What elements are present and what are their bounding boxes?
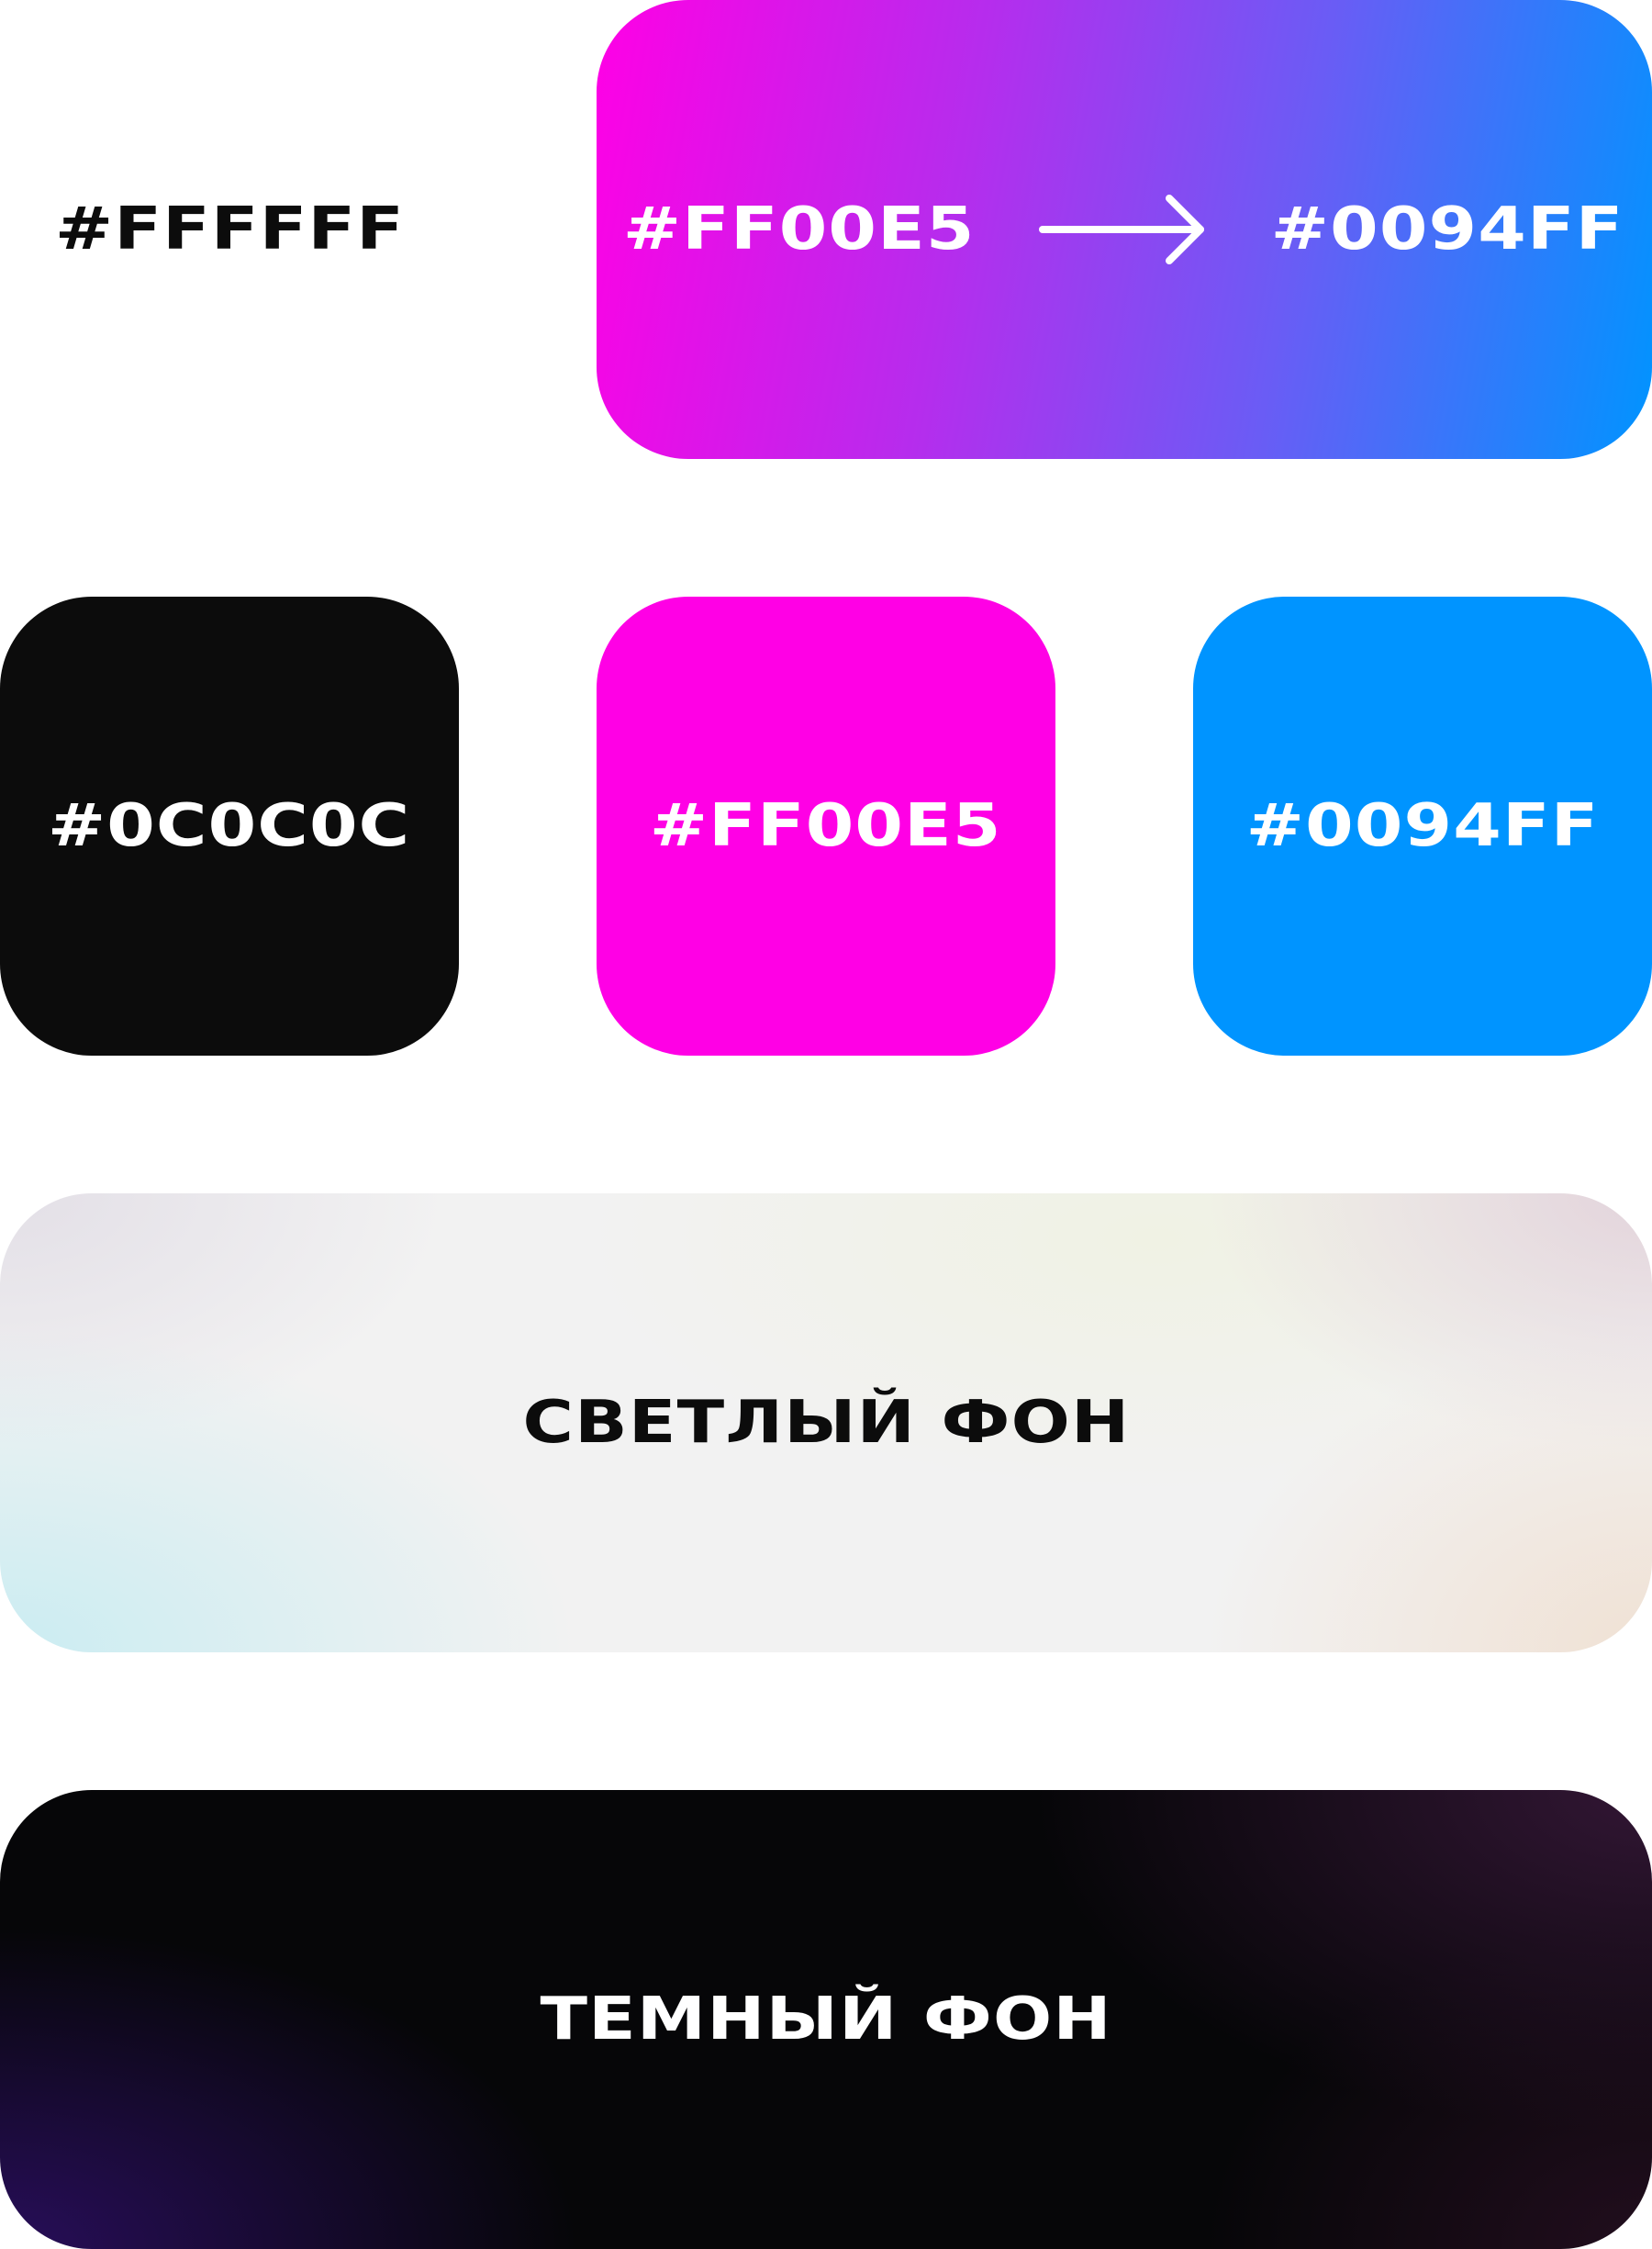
dark-background-card: ТЕМНЫЙ ФОН [0, 1790, 1652, 2249]
swatch-white: #FFFFFF [0, 0, 459, 459]
swatch-pink-label: #FF00E5 [650, 792, 1002, 860]
swatch-blue: #0094FF [1193, 597, 1652, 1056]
swatch-gradient: #FF00E5 #0094FF [597, 0, 1652, 459]
light-background-label: СВЕТЛЫЙ ФОН [522, 1389, 1130, 1457]
swatch-pink: #FF00E5 [597, 597, 1055, 1056]
swatch-blue-label: #0094FF [1245, 792, 1600, 860]
gradient-to-label: #0094FF [1270, 196, 1624, 263]
swatch-white-label: #FFFFFF [54, 196, 405, 263]
swatch-black-label: #0C0C0C [48, 792, 411, 860]
swatch-black: #0C0C0C [0, 597, 459, 1056]
arrow-right-icon [1038, 195, 1204, 264]
light-background-card: СВЕТЛЫЙ ФОН [0, 1193, 1652, 1652]
gradient-from-label: #FF00E5 [622, 196, 976, 263]
dark-background-label: ТЕМНЫЙ ФОН [540, 1986, 1112, 2053]
